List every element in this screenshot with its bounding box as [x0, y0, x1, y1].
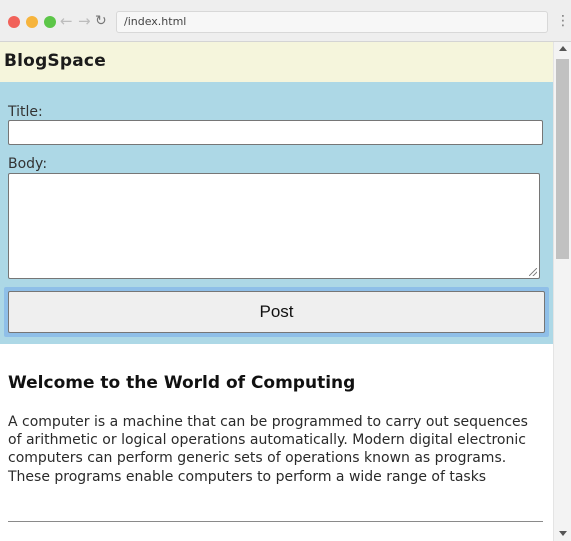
reload-icon[interactable]: ↻ [95, 12, 107, 30]
back-arrow-icon[interactable]: ← [60, 12, 73, 30]
site-brand: BlogSpace [4, 51, 106, 71]
article-divider [8, 521, 543, 522]
site-header: BlogSpace [0, 42, 553, 82]
resize-handle-icon[interactable] [529, 268, 537, 276]
vertical-scrollbar[interactable] [553, 42, 571, 541]
scroll-up-arrow-icon[interactable] [559, 46, 567, 51]
scroll-down-arrow-icon[interactable] [559, 531, 567, 536]
article-title: Welcome to the World of Computing [8, 373, 356, 393]
forward-arrow-icon[interactable]: → [78, 12, 91, 30]
title-input[interactable] [8, 120, 543, 145]
article-body: A computer is a machine that can be prog… [8, 414, 528, 485]
minimize-window-icon[interactable] [26, 16, 38, 28]
post-button[interactable]: Post [8, 291, 545, 333]
browser-toolbar: ← → ↻ /index.html ⋮ [0, 0, 571, 42]
browser-menu-icon[interactable]: ⋮ [556, 12, 570, 30]
address-bar[interactable]: /index.html [116, 11, 548, 33]
close-window-icon[interactable] [8, 16, 20, 28]
body-textarea[interactable] [8, 173, 540, 279]
body-label: Body: [8, 156, 48, 172]
post-button-focus-ring: Post [4, 287, 549, 337]
maximize-window-icon[interactable] [44, 16, 56, 28]
page-viewport: BlogSpace Title: Body: Post Welcome to t… [0, 42, 553, 541]
new-post-form: Title: Body: Post [0, 82, 553, 344]
title-label: Title: [8, 104, 43, 120]
scrollbar-thumb[interactable] [556, 59, 569, 259]
